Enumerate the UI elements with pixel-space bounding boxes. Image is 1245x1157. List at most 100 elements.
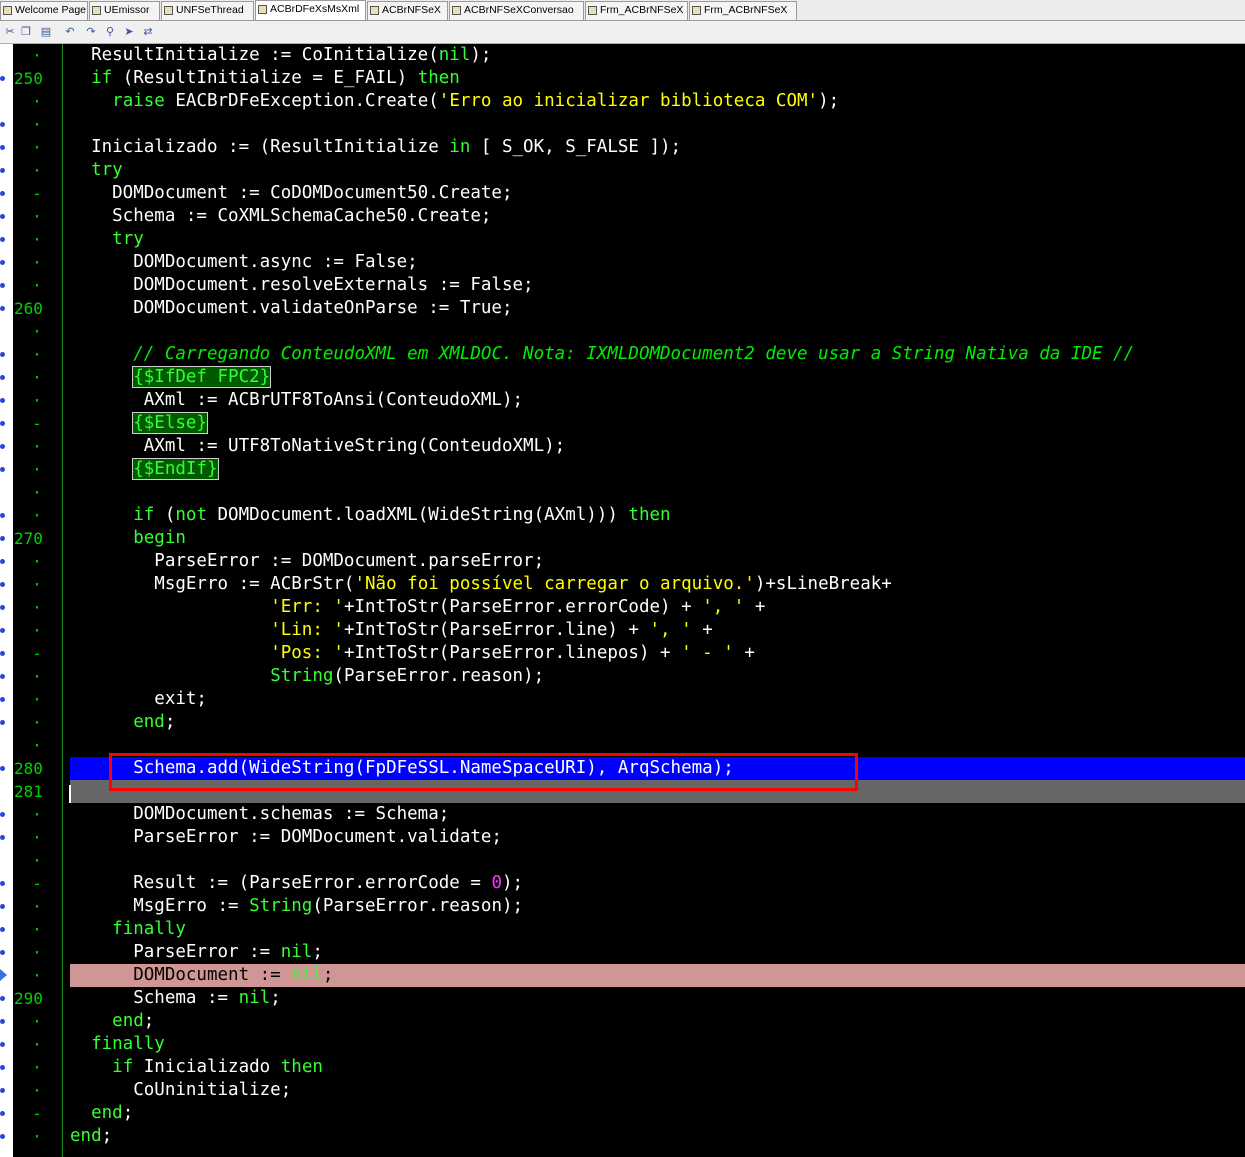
breakpoint-dot-icon[interactable] [0,76,5,81]
code-line-269[interactable]: if (not DOMDocument.loadXML(WideString(A… [70,504,1245,527]
code-line-292[interactable]: finally [70,1033,1245,1056]
search-icon[interactable]: ⚲ [103,25,117,39]
breakpoint-dot-icon[interactable] [0,582,5,587]
code-line-273[interactable]: 'Err: '+IntToStr(ParseError.errorCode) +… [70,596,1245,619]
code-line-250[interactable]: if (ResultInitialize = E_FAIL) then [70,67,1245,90]
code-line-266[interactable]: AXml := UTF8ToNativeString(ConteudoXML); [70,435,1245,458]
breakpoint-dot-icon[interactable] [0,421,5,426]
tab-acbrdfexsmsxml[interactable]: ACBrDFeXsMsXml [255,0,366,20]
tab-uemissor[interactable]: UEmissor [89,1,160,20]
breakpoint-dot-icon[interactable] [0,168,5,173]
code-line-277[interactable]: exit; [70,688,1245,711]
undo-icon[interactable]: ↶ [63,25,77,39]
code-line-295[interactable]: end; [70,1102,1245,1125]
breakpoint-dot-icon[interactable] [0,605,5,610]
code-line-251[interactable]: raise EACBrDFeException.Create('Erro ao … [70,90,1245,113]
code-line-271[interactable]: ParseError := DOMDocument.parseError; [70,550,1245,573]
breakpoint-dot-icon[interactable] [0,237,5,242]
code-line-296[interactable]: end; [70,1125,1245,1148]
breakpoint-dot-icon[interactable] [0,628,5,633]
breakpoint-dot-icon[interactable] [0,260,5,265]
code-line-275[interactable]: 'Pos: '+IntToStr(ParseError.linepos) + '… [70,642,1245,665]
breakpoint-dot-icon[interactable] [0,697,5,702]
breakpoint-dot-icon[interactable] [0,214,5,219]
code-line-262[interactable]: // Carregando ConteudoXML em XMLDOC. Not… [70,343,1245,366]
breakpoint-dot-icon[interactable] [0,513,5,518]
code-line-282[interactable]: DOMDocument.schemas := Schema; [70,803,1245,826]
code-line-286[interactable]: MsgErro := String(ParseError.reason); [70,895,1245,918]
code-line-252[interactable] [70,113,1245,136]
paste-icon[interactable]: ▤ [39,25,53,39]
code-line-278[interactable]: end; [70,711,1245,734]
code-line-260[interactable]: DOMDocument.validateOnParse := True; [70,297,1245,320]
code-editor[interactable]: ResultInitialize := CoInitialize(nil); i… [70,44,1245,1157]
code-line-263[interactable]: {$IfDef FPC2} [70,366,1245,389]
breakpoint-dot-icon[interactable] [0,398,5,403]
breakpoint-dot-icon[interactable] [0,904,5,909]
code-line-259[interactable]: DOMDocument.resolveExternals := False; [70,274,1245,297]
code-line-287[interactable]: finally [70,918,1245,941]
code-line-288[interactable]: ParseError := nil; [70,941,1245,964]
breakpoint-dot-icon[interactable] [0,444,5,449]
breakpoint-gutter[interactable] [0,44,13,1157]
code-line-291[interactable]: end; [70,1010,1245,1033]
breakpoint-dot-icon[interactable] [0,467,5,472]
breakpoint-dot-icon[interactable] [0,720,5,725]
breakpoint-dot-icon[interactable] [0,674,5,679]
breakpoint-dot-icon[interactable] [0,996,5,1001]
breakpoint-dot-icon[interactable] [0,651,5,656]
code-line-285[interactable]: Result := (ParseError.errorCode = 0); [70,872,1245,895]
breakpoint-dot-icon[interactable] [0,766,5,771]
tab-welcome-page[interactable]: Welcome Page [0,1,88,20]
code-line-290[interactable]: Schema := nil; [70,987,1245,1010]
breakpoint-dot-icon[interactable] [0,1065,5,1070]
code-line-253[interactable]: Inicializado := (ResultInitialize in [ S… [70,136,1245,159]
code-line-267[interactable]: {$EndIf} [70,458,1245,481]
breakpoint-dot-icon[interactable] [0,375,5,380]
code-line-270[interactable]: begin [70,527,1245,550]
replace-icon[interactable]: ⇄ [141,25,155,39]
breakpoint-dot-icon[interactable] [0,559,5,564]
breakpoint-dot-icon[interactable] [0,1088,5,1093]
code-line-268[interactable] [70,481,1245,504]
breakpoint-dot-icon[interactable] [0,536,5,541]
code-line-249[interactable]: ResultInitialize := CoInitialize(nil); [70,44,1245,67]
breakpoint-dot-icon[interactable] [0,1019,5,1024]
redo-icon[interactable]: ↷ [84,25,98,39]
breakpoint-dot-icon[interactable] [0,812,5,817]
breakpoint-dot-icon[interactable] [0,191,5,196]
copy-icon[interactable]: ❐ [19,25,33,39]
breakpoint-dot-icon[interactable] [0,1042,5,1047]
breakpoint-dot-icon[interactable] [0,1111,5,1116]
tab-unfsethread[interactable]: UNFSeThread [161,1,254,20]
code-line-258[interactable]: DOMDocument.async := False; [70,251,1245,274]
code-line-254[interactable]: try [70,159,1245,182]
code-line-294[interactable]: CoUninitialize; [70,1079,1245,1102]
breakpoint-dot-icon[interactable] [0,283,5,288]
tab-acbrnfsexconversao[interactable]: ACBrNFSeXConversao [449,1,584,20]
code-line-283[interactable]: ParseError := DOMDocument.validate; [70,826,1245,849]
code-line-289[interactable]: DOMDocument := nil; [70,964,1245,987]
tab-frm-acbrnfsex[interactable]: Frm_ACBrNFSeX [689,1,797,20]
code-line-272[interactable]: MsgErro := ACBrStr('Não foi possível car… [70,573,1245,596]
breakpoint-dot-icon[interactable] [0,927,5,932]
breakpoint-dot-icon[interactable] [0,1134,5,1139]
breakpoint-dot-icon[interactable] [0,306,5,311]
breakpoint-dot-icon[interactable] [0,122,5,127]
tab-frm-acbrnfsex[interactable]: Frm_ACBrNFSeX [585,1,688,20]
breakpoint-dot-icon[interactable] [0,881,5,886]
code-line-256[interactable]: Schema := CoXMLSchemaCache50.Create; [70,205,1245,228]
code-line-274[interactable]: 'Lin: '+IntToStr(ParseError.line) + ', '… [70,619,1245,642]
code-line-284[interactable] [70,849,1245,872]
tab-acbrnfsex[interactable]: ACBrNFSeX [367,1,448,20]
cut-icon[interactable]: ✂ [3,25,17,39]
code-line-261[interactable] [70,320,1245,343]
breakpoint-dot-icon[interactable] [0,145,5,150]
find-next-icon[interactable]: ➤ [122,25,136,39]
code-line-293[interactable]: if Inicializado then [70,1056,1245,1079]
breakpoint-arrow-icon[interactable] [0,969,7,981]
code-line-264[interactable]: AXml := ACBrUTF8ToAnsi(ConteudoXML); [70,389,1245,412]
code-line-265[interactable]: {$Else} [70,412,1245,435]
code-line-257[interactable]: try [70,228,1245,251]
breakpoint-dot-icon[interactable] [0,835,5,840]
